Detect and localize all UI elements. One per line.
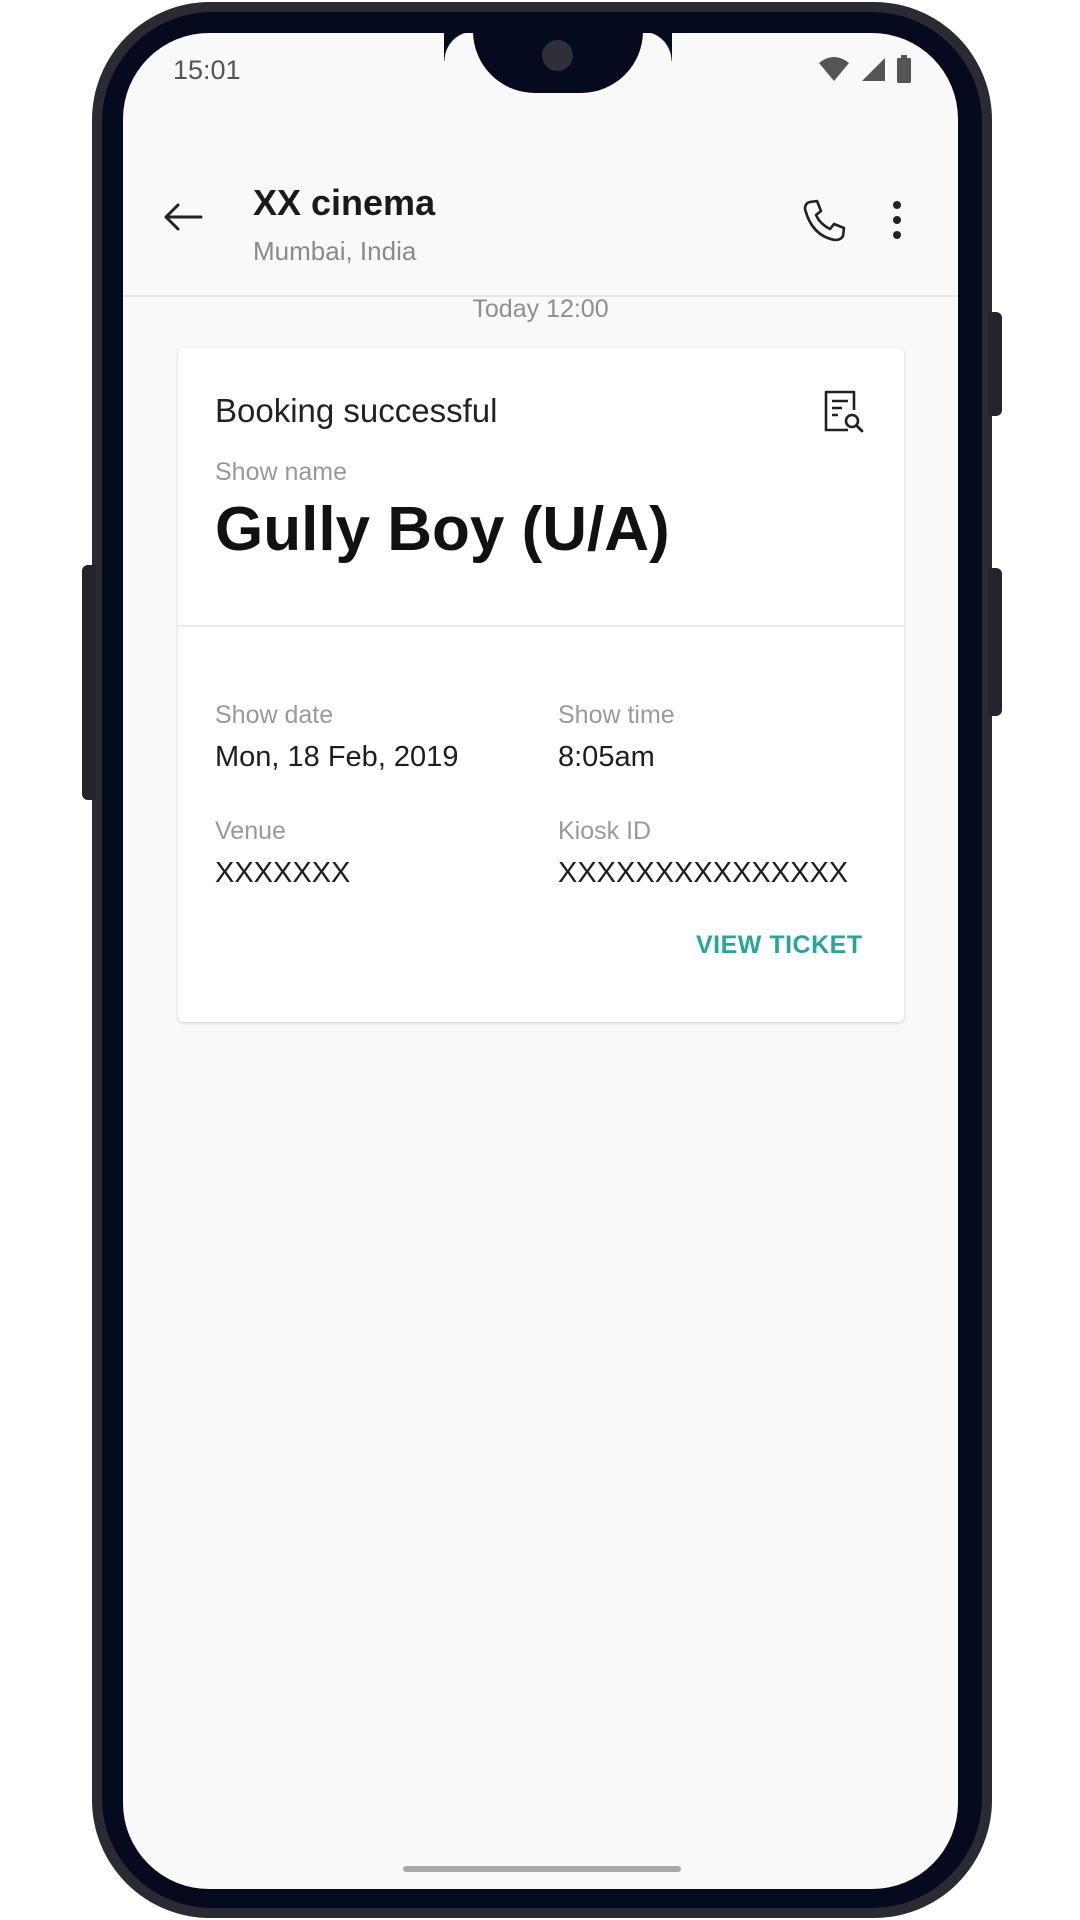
card-header: Booking successful Show name Gully Boy (… [178,348,904,627]
show-name: Gully Boy (U/A) [215,495,670,564]
phone-icon[interactable] [800,196,848,244]
status-icons [818,55,912,83]
power-button [988,568,1002,716]
screen: 15:01 XX cinema Mumbai, India Today 12:0… [123,33,958,1889]
volume-button [82,565,96,800]
home-indicator[interactable] [403,1866,681,1872]
notch [473,33,672,93]
show-name-label: Show name [215,458,348,486]
view-ticket-button[interactable]: VIEW TICKET [696,931,863,960]
front-camera [542,40,573,71]
status-time: 15:01 [173,55,241,85]
show-date-value: Mon, 18 Feb, 2019 [215,741,459,773]
back-arrow-icon[interactable] [159,193,207,241]
show-time-value: 8:05am [558,741,655,773]
alert-slider [988,312,1002,416]
more-vertical-icon[interactable] [885,196,909,244]
app-bar: XX cinema Mumbai, India [123,138,958,297]
card-heading: Booking successful [215,392,498,429]
kiosk-id-value: XXXXXXXXXXXXXXX [558,857,849,889]
cell-signal-icon [862,58,885,81]
wifi-icon [819,57,849,81]
kiosk-id-label: Kiosk ID [558,817,652,845]
contact-location: Mumbai, India [253,236,417,266]
booking-card: Booking successful Show name Gully Boy (… [178,348,904,1022]
message-timestamp: Today 12:00 [472,295,609,323]
document-search-icon[interactable] [818,388,866,436]
contact-name: XX cinema [253,182,436,223]
show-date-label: Show date [215,701,334,729]
battery-icon [897,55,911,83]
venue-label: Venue [215,817,286,845]
venue-value: XXXXXXX [215,857,351,889]
show-time-label: Show time [558,701,675,729]
